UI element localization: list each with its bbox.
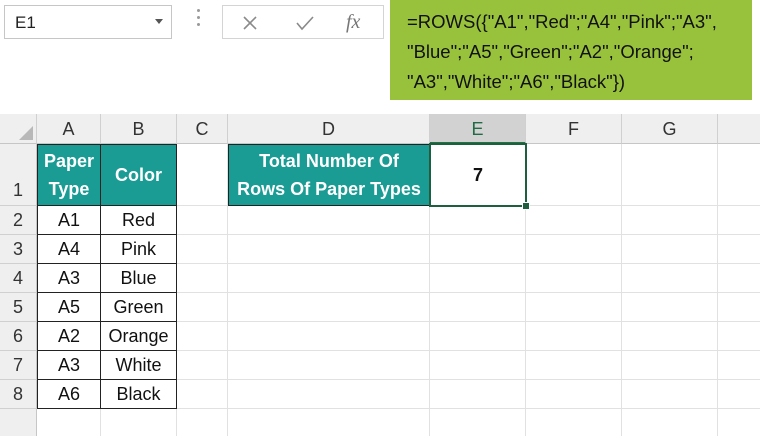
gridline	[717, 144, 718, 436]
header-paper-type[interactable]: Paper Type	[37, 144, 101, 206]
header-paper-type-line1: Paper	[43, 151, 95, 171]
formula-line-3: "A3","White";"A6","Black"})	[407, 71, 626, 92]
result-label-line1: Total Number Of	[259, 151, 399, 171]
cell-paper[interactable]: A4	[37, 234, 101, 264]
row-header-overflow[interactable]	[0, 409, 37, 436]
row-header-8[interactable]: 8	[0, 380, 37, 409]
cell-color[interactable]: Red	[100, 205, 177, 235]
column-header-g[interactable]: G	[622, 114, 718, 144]
cell-color[interactable]: Orange	[100, 321, 177, 351]
formula-buttons: fx	[222, 5, 384, 39]
confirm-check-icon[interactable]	[295, 14, 315, 32]
cell-color[interactable]: White	[100, 350, 177, 380]
row-header-3[interactable]: 3	[0, 235, 37, 264]
cell-paper[interactable]: A5	[37, 292, 101, 322]
result-label[interactable]: Total Number Of Rows Of Paper Types	[228, 144, 430, 206]
cancel-icon[interactable]	[241, 14, 259, 32]
select-all-button[interactable]	[0, 114, 37, 144]
cell-paper[interactable]: A2	[37, 321, 101, 351]
cell-color[interactable]: Black	[100, 379, 177, 409]
result-label-line2: Rows Of Paper Types	[237, 179, 421, 199]
row-header-1[interactable]: 1	[0, 144, 37, 206]
row-header-7[interactable]: 7	[0, 351, 37, 380]
gridline	[621, 144, 622, 436]
column-header-f[interactable]: F	[526, 114, 622, 144]
formula-bar-area: E1 fx =ROWS({"A1","Red";"A4","Pink";"A3"…	[0, 0, 760, 105]
column-header-b[interactable]: B	[101, 114, 177, 144]
row-header-6[interactable]: 6	[0, 322, 37, 351]
column-header-overflow[interactable]	[718, 114, 760, 144]
formula-line-2: "Blue";"A5","Green";"A2","Orange";	[407, 41, 694, 62]
header-paper-type-line2: Type	[48, 179, 90, 199]
row-header-2[interactable]: 2	[0, 206, 37, 235]
insert-function-icon[interactable]: fx	[346, 11, 360, 34]
chevron-down-icon[interactable]	[155, 19, 163, 24]
cell-color[interactable]: Green	[100, 292, 177, 322]
cell-paper[interactable]: A1	[37, 205, 101, 235]
cell-paper[interactable]: A6	[37, 379, 101, 409]
fill-handle[interactable]	[522, 202, 530, 210]
row-header-4[interactable]: 4	[0, 264, 37, 293]
row-header-5[interactable]: 5	[0, 293, 37, 322]
drag-handle-icon[interactable]	[197, 9, 201, 33]
header-color[interactable]: Color	[100, 144, 177, 206]
cell-paper[interactable]: A3	[37, 263, 101, 293]
cell-paper[interactable]: A3	[37, 350, 101, 380]
cell-color[interactable]: Blue	[100, 263, 177, 293]
formula-line-1: =ROWS({"A1","Red";"A4","Pink";"A3",	[407, 11, 717, 32]
name-box[interactable]: E1	[4, 5, 172, 39]
formula-input[interactable]: =ROWS({"A1","Red";"A4","Pink";"A3", "Blu…	[390, 0, 752, 100]
column-header-a[interactable]: A	[37, 114, 101, 144]
column-header-c[interactable]: C	[177, 114, 228, 144]
cell-color[interactable]: Pink	[100, 234, 177, 264]
column-header-d[interactable]: D	[228, 114, 430, 144]
result-value-cell[interactable]: 7	[429, 143, 527, 207]
name-box-value: E1	[15, 13, 36, 32]
column-header-e[interactable]: E	[430, 114, 526, 144]
